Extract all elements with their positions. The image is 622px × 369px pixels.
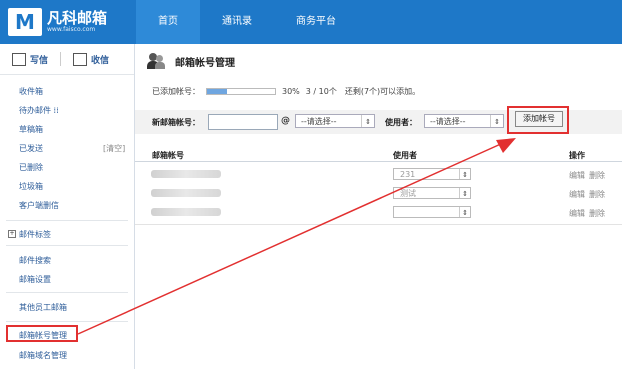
col-account: 邮箱帐号 (152, 151, 184, 160)
users-icon (147, 52, 165, 70)
delete-link[interactable]: 删除 (589, 209, 605, 218)
table-row: 测试 ⇕ 编辑 删除 (135, 185, 622, 202)
select-arrow-icon: ⇕ (459, 207, 470, 217)
select-arrow-icon: ⇕ (361, 115, 374, 127)
table-bottom-divider (135, 224, 622, 225)
main-panel: 邮箱帐号管理 已添加帐号： 30% 3 / 10个 还剩(7个)可以添加。 新邮… (135, 44, 622, 369)
table-header: 邮箱帐号 使用者 操作 (135, 147, 622, 162)
new-account-input[interactable] (208, 114, 278, 130)
sidebar-item-deleted[interactable]: 已删除 (19, 162, 43, 173)
sidebar-item-todo[interactable]: 待办邮件 ⁞⁞ (19, 105, 59, 116)
row-user-select[interactable]: ⇕ (393, 206, 471, 218)
sidebar-item-domain-mgmt[interactable]: 邮箱域名管理 (19, 350, 67, 361)
select-arrow-icon: ⇕ (490, 115, 503, 127)
sidebar-item-inbox[interactable]: 收件箱 (19, 86, 43, 97)
new-account-label: 新邮箱帐号： (152, 118, 200, 127)
sidebar-item-spam[interactable]: 垃圾箱 (19, 181, 43, 192)
expand-icon[interactable]: + (8, 230, 16, 238)
clear-sent-link[interactable]: [清空] (103, 143, 125, 154)
logo[interactable]: M 凡科邮箱 www.faisco.com (8, 6, 107, 38)
highlight-box-add-button (507, 106, 569, 134)
sidebar-item-search[interactable]: 邮件搜索 (19, 255, 51, 266)
quota-status: 已添加帐号： 30% 3 / 10个 还剩(7个)可以添加。 (152, 86, 420, 97)
compose-label: 写信 (30, 55, 49, 66)
user-select[interactable]: --请选择-- ⇕ (424, 114, 504, 128)
table-row: 231 ⇕ 编辑 删除 (135, 166, 622, 183)
row-user-value: 231 (400, 170, 416, 179)
inbox-button[interactable]: 收信 (61, 52, 110, 66)
row-user-select[interactable]: 测试 ⇕ (393, 187, 471, 199)
nav-home[interactable]: 首页 (136, 0, 200, 44)
edit-link[interactable]: 编辑 (569, 171, 585, 180)
sidebar-item-sent[interactable]: 已发送 (19, 143, 43, 154)
quota-percent: 30% (282, 87, 300, 96)
delete-link[interactable]: 删除 (589, 190, 605, 199)
logo-icon: M (8, 8, 42, 36)
brand-name: 凡科邮箱 (47, 9, 108, 27)
user-label: 使用者： (385, 118, 417, 127)
page-title: 邮箱帐号管理 (175, 57, 235, 69)
sidebar-item-other-staff[interactable]: 其他员工邮箱 (19, 302, 67, 313)
blurred-account (151, 189, 221, 197)
receive-icon (73, 52, 88, 66)
edit-link[interactable]: 编辑 (569, 190, 585, 199)
domain-select[interactable]: --请选择-- ⇕ (295, 114, 375, 128)
delete-link[interactable]: 删除 (589, 171, 605, 180)
quota-progress-fill (207, 89, 228, 94)
quota-hint: 还剩(7个)可以添加。 (344, 87, 421, 96)
col-user: 使用者 (393, 151, 417, 160)
nav-contacts[interactable]: 通讯录 (200, 0, 274, 44)
row-user-value: 测试 (400, 189, 416, 198)
highlight-box-account-mgmt (6, 325, 78, 342)
blurred-account (151, 170, 221, 178)
quota-label: 已添加帐号： (152, 87, 200, 96)
row-user-select[interactable]: 231 ⇕ (393, 168, 471, 180)
inbox-label: 收信 (91, 55, 110, 66)
edit-link[interactable]: 编辑 (569, 209, 585, 218)
select-arrow-icon: ⇕ (459, 188, 470, 198)
sidebar-item-settings[interactable]: 邮箱设置 (19, 274, 51, 285)
at-symbol: @ (281, 116, 290, 126)
quota-count: 3 / 10个 (305, 87, 337, 96)
user-select-value: --请选择-- (430, 117, 466, 126)
compose-icon (12, 52, 26, 66)
select-arrow-icon: ⇕ (459, 169, 470, 179)
blurred-account (151, 208, 221, 216)
nav-business[interactable]: 商务平台 (274, 0, 358, 44)
top-bar: M 凡科邮箱 www.faisco.com 首页 通讯录 商务平台 (0, 0, 622, 44)
sidebar-item-drafts[interactable]: 草稿箱 (19, 124, 43, 135)
compose-button[interactable]: 写信 (0, 52, 49, 66)
sidebar-item-labels[interactable]: 邮件标签 (19, 229, 51, 240)
sidebar-item-client-deleted[interactable]: 客户端删信 (19, 200, 59, 211)
col-actions: 操作 (569, 151, 585, 160)
main-nav: 首页 通讯录 商务平台 (136, 0, 358, 44)
table-row: ⇕ 编辑 删除 (135, 204, 622, 221)
quota-progress-bar (206, 88, 276, 95)
domain-select-value: --请选择-- (301, 117, 337, 126)
brand-url: www.faisco.com (47, 26, 96, 33)
